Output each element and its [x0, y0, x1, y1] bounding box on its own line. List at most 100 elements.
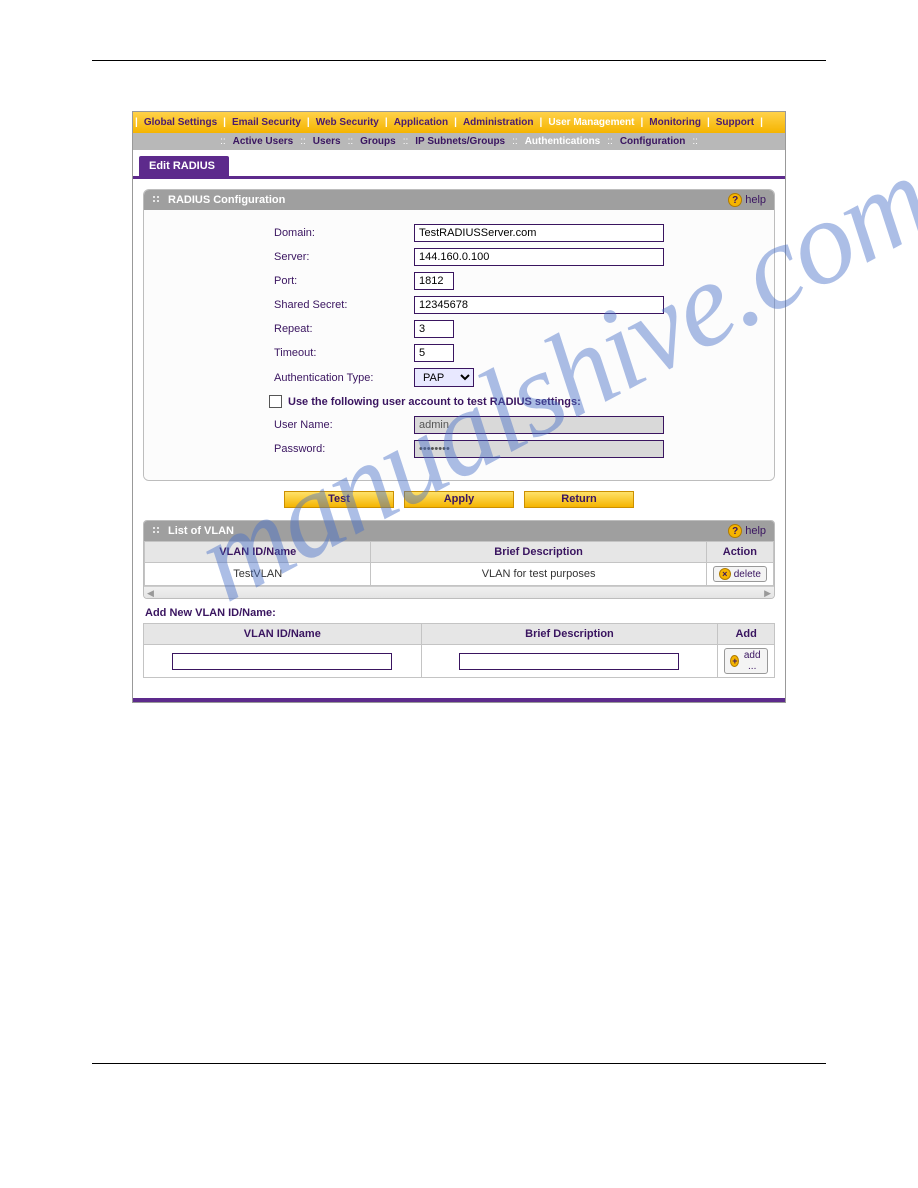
add-vlan-table: VLAN ID/Name Brief Description Add + add…: [143, 623, 775, 678]
nav-administration[interactable]: Administration: [459, 115, 538, 130]
tab-bar: Edit RADIUS: [133, 150, 785, 176]
vlan-panel-header: List of VLAN ? help: [144, 521, 774, 541]
new-vlan-id-input[interactable]: [172, 653, 392, 670]
secondary-nav: :: Active Users :: Users :: Groups :: IP…: [133, 133, 785, 150]
page-spacer: [92, 703, 826, 1023]
nav-separator: |: [705, 115, 712, 130]
domain-input[interactable]: [414, 224, 664, 242]
nav-separator: |: [638, 115, 645, 130]
test-account-label: Use the following user account to test R…: [288, 396, 581, 408]
delete-icon: ×: [719, 568, 731, 580]
nav-email-security[interactable]: Email Security: [228, 115, 305, 130]
nav-support[interactable]: Support: [712, 115, 758, 130]
new-vlan-desc-input[interactable]: [459, 653, 679, 670]
help-link[interactable]: ? help: [728, 193, 766, 207]
auth-type-label: Authentication Type:: [274, 372, 414, 384]
radius-panel-header: RADIUS Configuration ? help: [144, 190, 774, 210]
add-label: add ...: [742, 650, 762, 672]
radius-panel-title: RADIUS Configuration: [168, 194, 285, 206]
subnav-separator: ::: [689, 136, 701, 147]
nav-web-security[interactable]: Web Security: [312, 115, 383, 130]
auth-type-select[interactable]: PAP: [414, 368, 474, 387]
help-icon: ?: [728, 193, 742, 207]
server-label: Server:: [274, 251, 414, 263]
radius-config-panel: RADIUS Configuration ? help Domain: Serv…: [143, 189, 775, 481]
grip-icon: [152, 526, 162, 536]
return-button[interactable]: Return: [524, 491, 634, 508]
page-rule-top: [92, 60, 826, 61]
horizontal-scrollbar[interactable]: [144, 586, 774, 598]
test-account-checkbox[interactable]: [269, 395, 282, 408]
subnav-authentications[interactable]: Authentications: [521, 136, 605, 147]
nav-global-settings[interactable]: Global Settings: [140, 115, 221, 130]
add-icon: +: [730, 655, 739, 667]
vlan-cell-id: TestVLAN: [145, 563, 371, 586]
nav-user-management[interactable]: User Management: [544, 115, 638, 130]
nav-application[interactable]: Application: [390, 115, 452, 130]
shared-secret-label: Shared Secret:: [274, 299, 414, 311]
radius-panel-body: Domain: Server: Port: Shared Secret: Rep…: [144, 210, 774, 480]
add-vlan-button[interactable]: + add ...: [724, 648, 768, 674]
action-button-row: Test Apply Return: [143, 491, 775, 508]
table-row: + add ...: [144, 645, 775, 678]
subnav-configuration[interactable]: Configuration: [616, 136, 690, 147]
vlan-list-panel: List of VLAN ? help VLAN ID/Name Brief D…: [143, 520, 775, 599]
nav-separator: |: [758, 115, 765, 130]
subnav-separator: ::: [400, 136, 412, 147]
help-label: help: [745, 194, 766, 206]
help-label: help: [745, 525, 766, 537]
delete-vlan-button[interactable]: × delete: [713, 566, 767, 582]
shared-secret-input[interactable]: [414, 296, 664, 314]
content-area: RADIUS Configuration ? help Domain: Serv…: [133, 179, 785, 698]
delete-label: delete: [734, 569, 761, 580]
username-label: User Name:: [274, 419, 414, 431]
subnav-separator: ::: [345, 136, 357, 147]
nav-separator: |: [383, 115, 390, 130]
nav-separator: |: [133, 115, 140, 130]
subnav-ip-subnets[interactable]: IP Subnets/Groups: [411, 136, 509, 147]
vlan-cell-desc: VLAN for test purposes: [371, 563, 706, 586]
port-label: Port:: [274, 275, 414, 287]
add-vlan-col-add: Add: [718, 624, 775, 645]
vlan-col-action: Action: [706, 542, 773, 563]
vlan-table: VLAN ID/Name Brief Description Action Te…: [144, 541, 774, 586]
apply-button[interactable]: Apply: [404, 491, 514, 508]
nav-separator: |: [452, 115, 459, 130]
domain-label: Domain:: [274, 227, 414, 239]
grip-icon: [152, 195, 162, 205]
timeout-label: Timeout:: [274, 347, 414, 359]
table-row: TestVLAN VLAN for test purposes × delete: [145, 563, 774, 586]
add-vlan-section: Add New VLAN ID/Name: VLAN ID/Name Brief…: [143, 599, 775, 684]
vlan-panel-title: List of VLAN: [168, 525, 234, 537]
subnav-separator: ::: [217, 136, 229, 147]
vlan-col-desc: Brief Description: [371, 542, 706, 563]
port-input[interactable]: [414, 272, 454, 290]
subnav-active-users[interactable]: Active Users: [229, 136, 298, 147]
subnav-separator: ::: [297, 136, 309, 147]
help-icon: ?: [728, 524, 742, 538]
add-vlan-col-desc: Brief Description: [421, 624, 718, 645]
add-vlan-col-id: VLAN ID/Name: [144, 624, 422, 645]
page-rule-bottom: [92, 1063, 826, 1064]
subnav-separator: ::: [604, 136, 616, 147]
add-vlan-heading: Add New VLAN ID/Name:: [143, 599, 775, 623]
help-link[interactable]: ? help: [728, 524, 766, 538]
test-button[interactable]: Test: [284, 491, 394, 508]
app-window: | Global Settings | Email Security | Web…: [132, 111, 786, 703]
nav-separator: |: [305, 115, 312, 130]
nav-separator: |: [538, 115, 545, 130]
subnav-groups[interactable]: Groups: [356, 136, 400, 147]
username-input[interactable]: [414, 416, 664, 434]
nav-monitoring[interactable]: Monitoring: [645, 115, 705, 130]
password-label: Password:: [274, 443, 414, 455]
primary-nav: | Global Settings | Email Security | Web…: [133, 112, 785, 133]
server-input[interactable]: [414, 248, 664, 266]
subnav-separator: ::: [509, 136, 521, 147]
vlan-col-id: VLAN ID/Name: [145, 542, 371, 563]
repeat-input[interactable]: [414, 320, 454, 338]
password-input[interactable]: [414, 440, 664, 458]
repeat-label: Repeat:: [274, 323, 414, 335]
timeout-input[interactable]: [414, 344, 454, 362]
tab-edit-radius[interactable]: Edit RADIUS: [139, 156, 229, 176]
subnav-users[interactable]: Users: [309, 136, 345, 147]
